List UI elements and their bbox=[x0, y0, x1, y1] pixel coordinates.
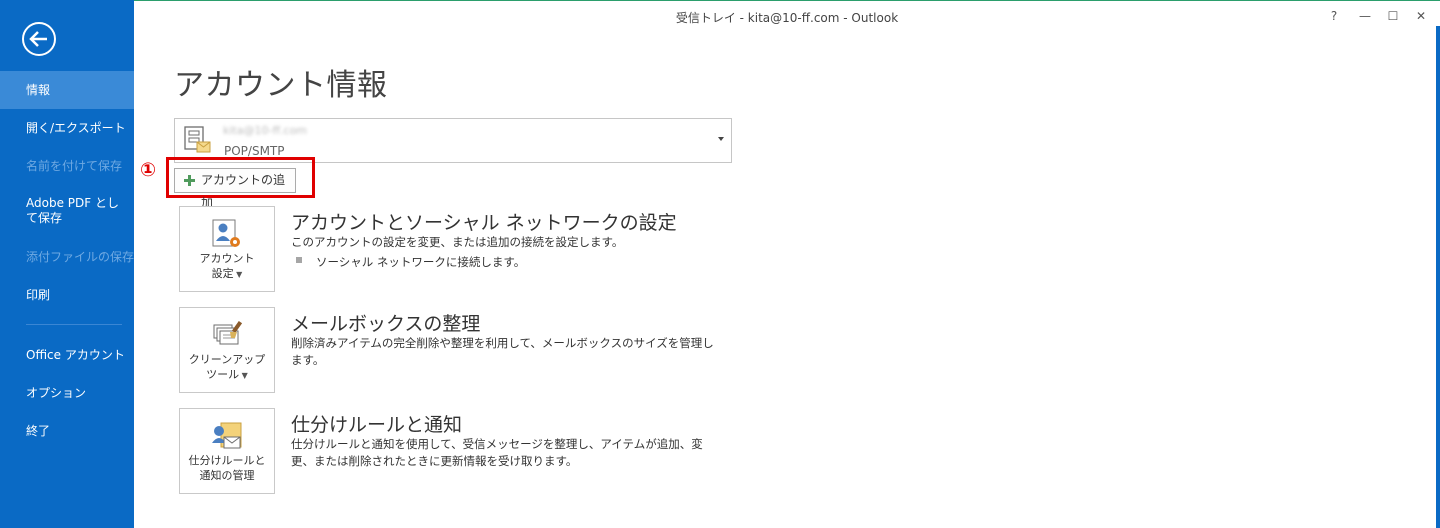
cleanup-tools-tile[interactable]: クリーンアップ ツール ▼ bbox=[179, 307, 275, 393]
add-account-label: アカウントの追加 bbox=[201, 173, 286, 210]
sidebar-item-info[interactable]: 情報 bbox=[0, 71, 134, 109]
plus-icon bbox=[184, 175, 195, 186]
bullet-icon bbox=[296, 257, 302, 263]
help-button[interactable]: ? bbox=[1323, 6, 1345, 26]
sidebar-item-save-attachments: 添付ファイルの保存 bbox=[26, 250, 135, 264]
backstage-sidebar: 情報 開く/エクスポート 名前を付けて保存 Adobe PDF として保存 添付… bbox=[0, 0, 134, 528]
sidebar-item-exit[interactable]: 終了 bbox=[0, 412, 134, 450]
sidebar-item-save-as: 名前を付けて保存 bbox=[26, 159, 123, 173]
back-arrow-icon[interactable] bbox=[21, 21, 57, 57]
account-email: kita@10-ff.com bbox=[223, 124, 308, 137]
tile-label-line2: 通知の管理 bbox=[199, 469, 255, 482]
section-bullet-social: ソーシャル ネットワークに接続します。 bbox=[316, 255, 526, 269]
section-desc-rules-alerts: 仕分けルールと通知を使用して、受信メッセージを整理し、アイテムが追加、変更、また… bbox=[291, 437, 703, 468]
section-title-account-settings: アカウントとソーシャル ネットワークの設定 bbox=[291, 212, 677, 234]
window-title: 受信トレイ - kita@10-ff.com - Outlook bbox=[675, 11, 899, 25]
page-title: アカウント情報 bbox=[174, 68, 388, 103]
tile-label-line2: 設定 bbox=[211, 267, 234, 280]
section-title-mailbox-cleanup: メールボックスの整理 bbox=[291, 313, 481, 335]
add-account-button[interactable]: アカウントの追加 bbox=[174, 168, 296, 210]
sidebar-item-office-account[interactable]: Office アカウント bbox=[0, 336, 134, 374]
account-type: POP/SMTP bbox=[224, 144, 285, 158]
maximize-button[interactable]: ☐ bbox=[1382, 6, 1404, 26]
sidebar-item-adobe-pdf[interactable]: Adobe PDF として保存 bbox=[0, 192, 134, 236]
caret-down-icon: ▼ bbox=[233, 270, 243, 279]
section-desc-mailbox-cleanup: 削除済みアイテムの完全削除や整理を利用して、メールボックスのサイズを管理します。 bbox=[291, 336, 714, 367]
close-button[interactable]: ✕ bbox=[1410, 6, 1432, 26]
tile-label-line1: 仕分けルールと bbox=[188, 454, 266, 467]
window-top-border bbox=[134, 0, 1440, 1]
section-title-rules-alerts: 仕分けルールと通知 bbox=[291, 414, 463, 436]
account-mailbox-icon bbox=[184, 126, 211, 153]
sidebar-divider bbox=[26, 324, 122, 325]
sidebar-item-open-export[interactable]: 開く/エクスポート bbox=[0, 109, 134, 147]
sidebar-item-options[interactable]: オプション bbox=[0, 374, 134, 412]
section-desc-account-settings: このアカウントの設定を変更、または追加の接続を設定します。 bbox=[291, 235, 624, 249]
rules-alerts-tile[interactable]: 仕分けルールと 通知の管理 bbox=[179, 408, 275, 494]
caret-down-icon: ▼ bbox=[239, 371, 248, 380]
account-settings-tile[interactable]: アカウント 設定 ▼ bbox=[179, 206, 275, 292]
tile-label-line1: アカウント bbox=[199, 252, 255, 265]
tile-label-line1: クリーンアップ bbox=[188, 353, 266, 366]
callout-number: ① bbox=[139, 159, 157, 181]
rules-alerts-icon bbox=[212, 422, 242, 449]
account-settings-icon bbox=[212, 219, 240, 247]
minimize-button[interactable]: — bbox=[1354, 6, 1376, 26]
tile-label-line2: ツール bbox=[206, 368, 240, 381]
chevron-down-icon[interactable] bbox=[718, 137, 724, 141]
cleanup-tools-icon bbox=[213, 320, 243, 345]
window-right-border bbox=[1436, 26, 1440, 528]
sidebar-item-print[interactable]: 印刷 bbox=[0, 276, 134, 314]
